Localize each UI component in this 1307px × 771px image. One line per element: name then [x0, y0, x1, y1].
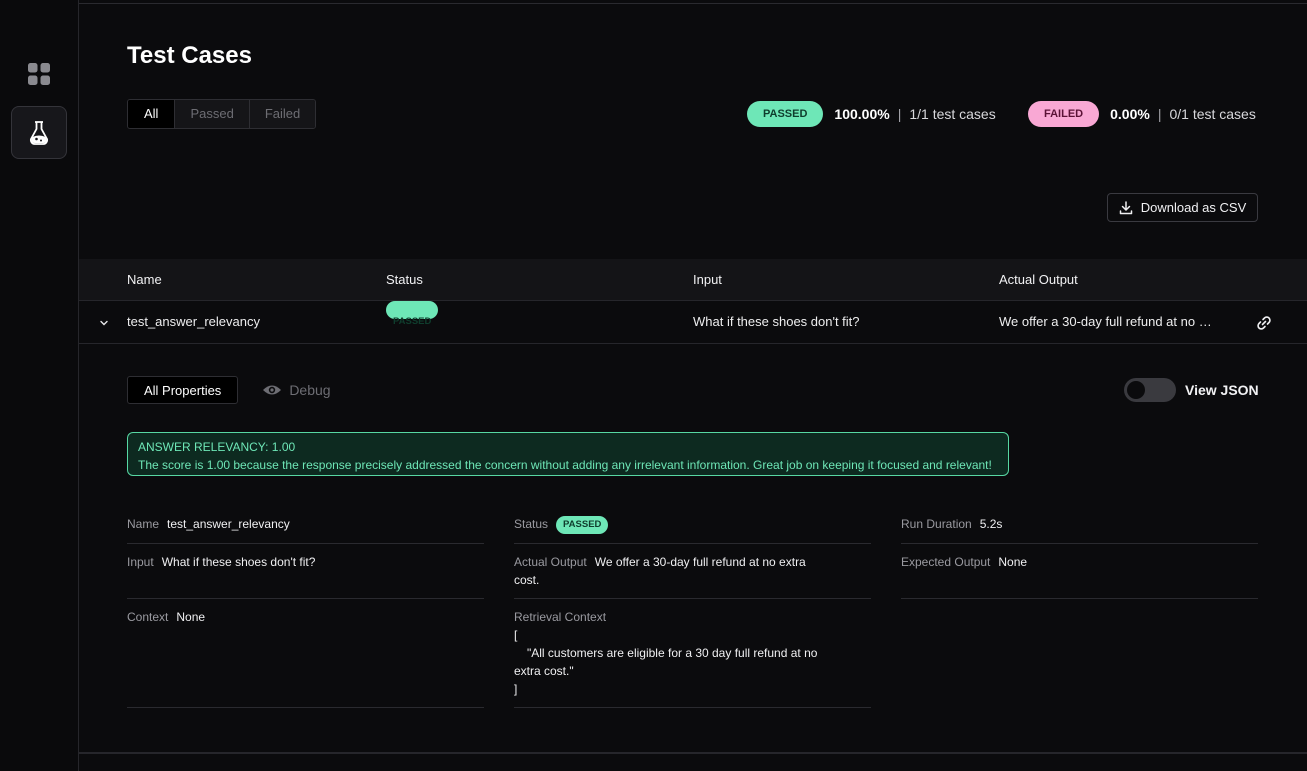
column-header-name[interactable]: Name	[127, 259, 162, 301]
filter-passed[interactable]: Passed	[174, 100, 249, 128]
divider	[127, 707, 484, 708]
status-filter: All Passed Failed	[127, 99, 317, 129]
flask-icon	[29, 120, 49, 145]
property-value: cost.	[514, 573, 540, 587]
divider	[127, 598, 484, 599]
toggle-knob	[1127, 381, 1145, 399]
passed-percent: 100.00%	[834, 106, 890, 122]
detail-tabs: All Properties Debug	[127, 376, 331, 404]
passed-badge: PASSED	[747, 101, 824, 127]
column-header-status[interactable]: Status	[386, 259, 423, 301]
download-csv-button[interactable]: Download as CSV	[1107, 193, 1258, 222]
download-icon	[1119, 200, 1132, 214]
property-key: Run Duration	[901, 517, 972, 531]
failed-count: 0/1 test cases	[1169, 106, 1256, 122]
row-actual-output: We offer a 30-day full refund at no …	[999, 314, 1212, 329]
property-value: "All customers are eligible for a 30 day…	[527, 646, 818, 660]
divider	[79, 752, 1307, 754]
failed-percent: 0.00%	[1110, 106, 1150, 122]
divider	[514, 598, 871, 599]
divider	[901, 598, 1258, 599]
property-value: We offer a 30-day full refund at no extr…	[594, 555, 806, 569]
row-input: What if these shoes don't fit?	[693, 314, 860, 329]
row-name: test_answer_relevancy	[127, 314, 260, 329]
property-name: Name test_answer_relevancy	[127, 515, 290, 533]
property-value: None	[998, 555, 1028, 569]
row-status-badge: PASSED	[386, 301, 439, 327]
separator: |	[1157, 106, 1162, 122]
property-value: extra cost."	[514, 664, 574, 678]
failed-summary: FAILED 0.00% | 0/1 test cases	[1028, 101, 1256, 127]
property-expected-output: Expected Output None	[901, 553, 1027, 571]
property-status-badge: PASSED	[556, 515, 609, 534]
passed-summary: PASSED 100.00% | 1/1 test cases	[747, 101, 996, 127]
sidebar	[0, 0, 79, 771]
main-content: Test Cases All Passed Failed PASSED 100.…	[79, 0, 1307, 771]
tab-all-properties[interactable]: All Properties	[127, 376, 239, 404]
table-header: Name Status Input Actual Output	[79, 259, 1307, 301]
grid-icon	[28, 62, 50, 85]
property-run-duration: Run Duration 5.2s	[901, 515, 1002, 533]
divider	[514, 707, 871, 708]
metric-result: ANSWER RELEVANCY: 1.00 The score is 1.00…	[127, 432, 1009, 476]
tab-debug-label: Debug	[289, 382, 331, 398]
property-value: [	[514, 628, 518, 642]
property-input: Input What if these shoes don't fit?	[127, 553, 315, 571]
chevron-down-icon[interactable]	[99, 301, 109, 343]
view-json-toggle[interactable]	[1124, 378, 1176, 402]
download-csv-label: Download as CSV	[1140, 200, 1247, 215]
separator: |	[897, 106, 902, 122]
property-value: test_answer_relevancy	[167, 517, 290, 531]
property-value: 5.2s	[979, 517, 1003, 531]
divider	[127, 543, 484, 544]
column-header-input[interactable]: Input	[693, 259, 722, 301]
failed-badge: FAILED	[1028, 101, 1100, 127]
divider	[901, 543, 1258, 544]
property-key: Input	[127, 555, 154, 569]
passed-count: 1/1 test cases	[909, 106, 996, 122]
divider	[514, 543, 871, 544]
property-key: Status	[514, 517, 549, 531]
eye-icon	[263, 385, 282, 395]
view-json-label: View JSON	[1185, 382, 1259, 398]
property-key: Actual Output	[514, 555, 587, 569]
property-key: Expected Output	[901, 555, 991, 569]
page-title: Test Cases	[127, 42, 252, 69]
property-value: ]	[514, 682, 518, 696]
property-actual-output: Actual Output We offer a 30-day full refu…	[514, 553, 806, 589]
property-key: Name	[127, 517, 160, 531]
property-value: What if these shoes don't fit?	[161, 555, 316, 569]
property-retrieval-context: Retrieval Context [ "All customers are e…	[514, 608, 817, 698]
divider	[79, 3, 1307, 4]
table-row[interactable]: test_answer_relevancy PASSED What if the…	[79, 301, 1307, 344]
property-key: Retrieval Context	[514, 610, 607, 624]
property-key: Context	[127, 610, 169, 624]
property-context: Context None	[127, 608, 205, 626]
sidebar-item-dashboard[interactable]	[11, 47, 67, 100]
link-icon[interactable]	[1256, 301, 1272, 343]
property-status: Status PASSED	[514, 515, 609, 534]
filter-all[interactable]: All	[128, 100, 175, 128]
filter-failed[interactable]: Failed	[248, 100, 316, 128]
metric-title: ANSWER RELEVANCY: 1.00	[138, 440, 296, 454]
sidebar-item-test-cases[interactable]	[11, 106, 67, 159]
property-value: None	[176, 610, 206, 624]
column-header-actual-output[interactable]: Actual Output	[999, 259, 1078, 301]
metric-reason: The score is 1.00 because the response p…	[138, 458, 992, 472]
tab-debug[interactable]: Debug	[262, 382, 331, 398]
